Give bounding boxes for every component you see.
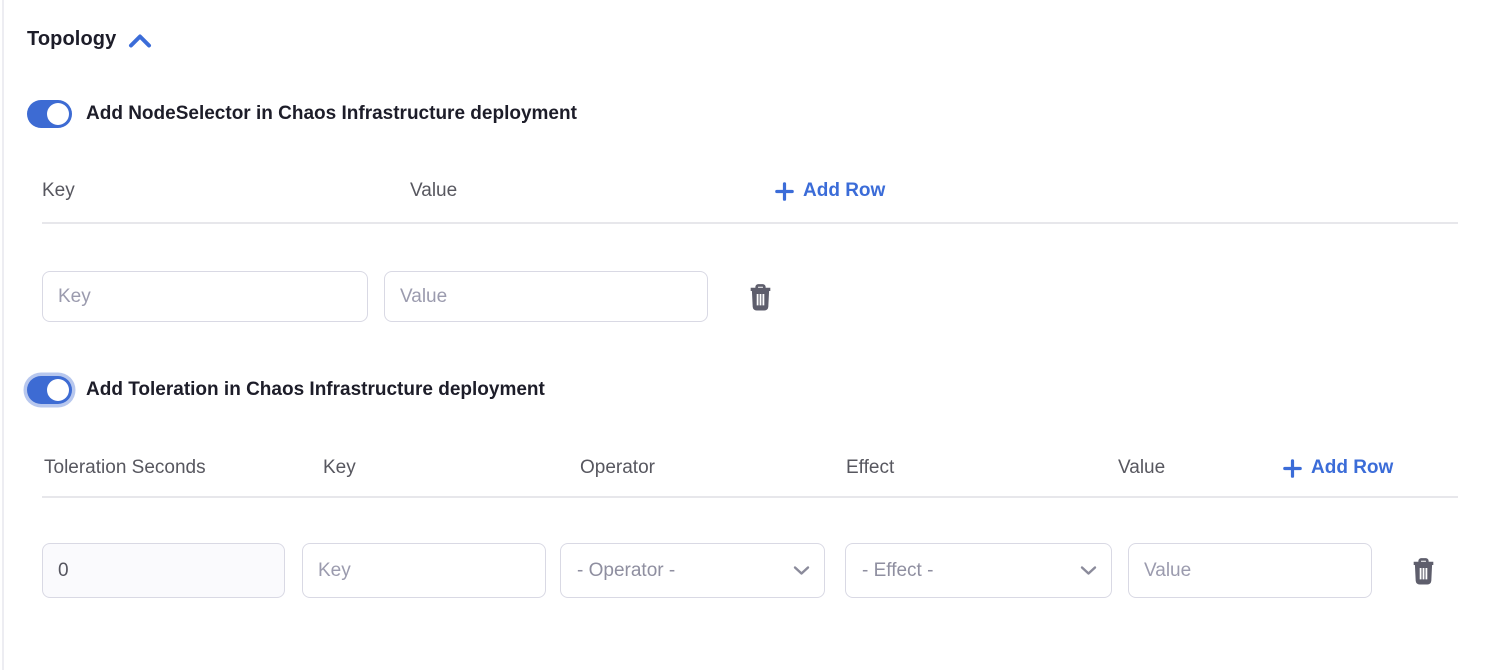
chevron-down-icon [793, 565, 810, 576]
page-title: Topology [27, 28, 116, 51]
toleration-add-row-button[interactable]: Add Row [1283, 457, 1393, 479]
toleration-row: - Operator - - Effect - [42, 543, 1437, 598]
toleration-value-input[interactable] [1128, 543, 1372, 598]
toleration-table-header: Toleration Seconds Key Operator Effect V… [44, 457, 1393, 479]
topology-panel: Topology Add NodeSelector in Chaos Infra… [0, 0, 1500, 670]
node-selector-key-input[interactable] [42, 271, 368, 322]
toggle-knob [47, 379, 69, 401]
column-header-key: Key [42, 180, 410, 202]
panel-left-border [2, 0, 4, 670]
trash-icon [1410, 556, 1437, 585]
column-header-toleration-seconds: Toleration Seconds [44, 457, 323, 479]
operator-select-value: - Operator - [577, 560, 675, 582]
effect-select[interactable]: - Effect - [845, 543, 1112, 598]
toleration-toggle-label: Add Toleration in Chaos Infrastructure d… [86, 379, 545, 401]
topology-section-toggle[interactable]: Topology [27, 28, 152, 51]
node-selector-value-input[interactable] [384, 271, 708, 322]
operator-select[interactable]: - Operator - [560, 543, 825, 598]
effect-select-value: - Effect - [862, 560, 933, 582]
chevron-down-icon [1080, 565, 1097, 576]
column-header-operator: Operator [580, 457, 846, 479]
column-header-key: Key [323, 457, 580, 479]
node-selector-table-header: Key Value Add Row [42, 180, 885, 202]
toleration-toggle-row: Add Toleration in Chaos Infrastructure d… [27, 376, 545, 404]
node-selector-toggle[interactable] [27, 100, 72, 128]
column-header-value: Value [1118, 457, 1283, 479]
plus-icon [775, 182, 794, 201]
toggle-knob [47, 103, 69, 125]
column-header-value: Value [410, 180, 775, 202]
chevron-up-icon[interactable] [128, 33, 152, 49]
node-selector-toggle-label: Add NodeSelector in Chaos Infrastructure… [86, 103, 577, 125]
plus-icon [1283, 459, 1302, 478]
toleration-key-input[interactable] [302, 543, 546, 598]
node-selector-add-row-button[interactable]: Add Row [775, 180, 885, 202]
node-selector-row [42, 271, 774, 322]
trash-icon [747, 282, 774, 311]
toleration-toggle[interactable] [27, 376, 72, 404]
node-selector-toggle-row: Add NodeSelector in Chaos Infrastructure… [27, 100, 577, 128]
toleration-seconds-input[interactable] [42, 543, 285, 598]
node-selector-delete-row-button[interactable] [747, 282, 774, 311]
add-row-label: Add Row [1311, 457, 1393, 479]
column-header-effect: Effect [846, 457, 1118, 479]
add-row-label: Add Row [803, 180, 885, 202]
table-divider [42, 496, 1458, 498]
table-divider [42, 222, 1458, 224]
toleration-delete-row-button[interactable] [1410, 556, 1437, 585]
